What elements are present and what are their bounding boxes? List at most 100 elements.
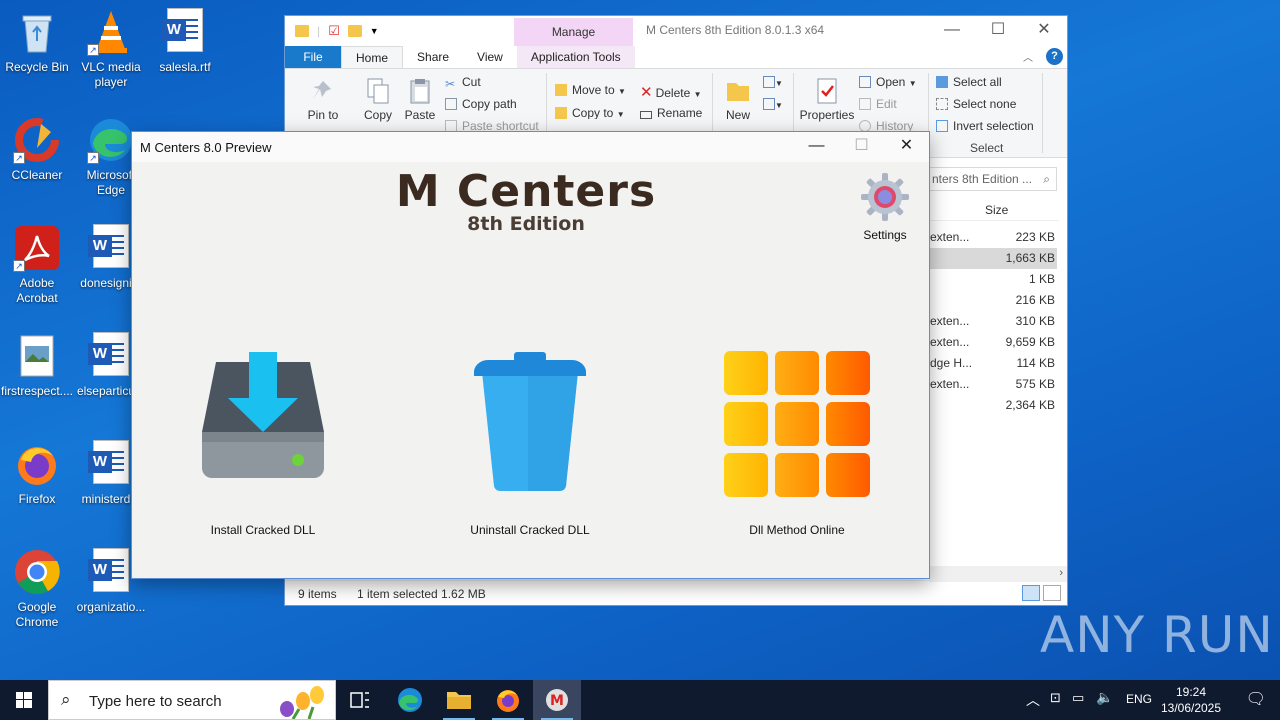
delete-button[interactable]: ✕ Delete ▼: [640, 83, 702, 101]
desktop-icon-vlc[interactable]: ↗ VLC media player: [74, 8, 148, 90]
install-label: Install Cracked DLL: [210, 523, 316, 537]
tab-file[interactable]: File: [285, 46, 341, 68]
settings-button[interactable]: Settings: [852, 172, 918, 242]
taskbar-m-centers[interactable]: M: [533, 680, 581, 720]
chevron-right-icon[interactable]: ›: [1059, 567, 1063, 579]
selection-info: 1 item selected 1.62 MB: [357, 587, 486, 601]
start-button[interactable]: [0, 680, 48, 720]
desktop-icon-ccleaner[interactable]: ↗ CCleaner: [0, 116, 74, 183]
properties-button[interactable]: Properties: [799, 77, 855, 123]
show-hidden-icons-chevron-icon[interactable]: ︿: [1026, 690, 1040, 710]
notifications-icon[interactable]: 🗨: [1246, 689, 1266, 709]
recycle-bin-icon: [13, 8, 61, 56]
minimize-button[interactable]: —: [929, 16, 975, 46]
tab-view[interactable]: View: [463, 46, 517, 68]
new-item-icon[interactable]: ▼: [763, 75, 783, 89]
network-icon[interactable]: ▭: [1072, 690, 1084, 706]
help-icon[interactable]: ?: [1046, 48, 1063, 65]
uninstall-label: Uninstall Cracked DLL: [470, 523, 590, 537]
edit-button[interactable]: Edit: [859, 97, 897, 111]
tab-application-tools[interactable]: Application Tools: [516, 46, 635, 68]
invert-selection-button[interactable]: Invert selection: [936, 119, 1034, 133]
dll-method-online-button[interactable]: Dll Method Online: [720, 342, 874, 547]
edge-icon: ↗: [87, 116, 135, 164]
desktop-icon-adobe-acrobat[interactable]: ↗ Adobe Acrobat: [0, 224, 74, 306]
desktop-icon-firefox[interactable]: Firefox: [0, 440, 74, 507]
ribbon-tabs: File Home Share View Application Tools ︿…: [285, 46, 1067, 68]
column-header-size[interactable]: Size: [985, 203, 1008, 217]
paste-icon: [406, 77, 434, 105]
easy-access-icon[interactable]: ▼: [763, 97, 783, 111]
select-none-button[interactable]: Select none: [936, 97, 1016, 111]
network-adapter-icon[interactable]: ⊡: [1050, 690, 1061, 706]
maximize-button[interactable]: ☐: [839, 132, 884, 162]
desktop-icon-firstrespect[interactable]: firstrespect....: [0, 332, 74, 399]
close-button[interactable]: ✕: [1021, 16, 1067, 46]
details-view-icon[interactable]: [1022, 585, 1040, 601]
file-row[interactable]: 1,663 KB: [929, 248, 1057, 269]
search-input[interactable]: nters 8th Edition ... ⌕: [929, 167, 1057, 191]
history-button[interactable]: History: [859, 119, 913, 131]
desktop-icon-google-chrome[interactable]: Google Chrome: [0, 548, 74, 630]
file-row[interactable]: exten... 9,659 KB: [929, 332, 1057, 353]
copy-to-icon: [555, 107, 567, 119]
copy-to-button[interactable]: Copy to ▼: [555, 106, 625, 119]
word-document-icon: W: [87, 332, 135, 380]
properties-check-icon[interactable]: ☑: [328, 23, 340, 39]
paste-button[interactable]: Paste: [403, 77, 437, 122]
paste-shortcut-button[interactable]: Paste shortcut: [445, 119, 539, 131]
copy-path-button[interactable]: Copy path: [445, 97, 517, 111]
search-icon: ⌕: [61, 690, 71, 709]
anyrun-watermark: ANY RUN: [1040, 606, 1274, 664]
copy-button[interactable]: Copy: [361, 77, 395, 122]
file-row[interactable]: exten... 223 KB: [929, 227, 1057, 248]
file-row[interactable]: 1 KB: [929, 269, 1057, 290]
taskbar-firefox[interactable]: [484, 680, 532, 720]
tab-share[interactable]: Share: [403, 46, 463, 68]
file-row[interactable]: exten... 575 KB: [929, 374, 1057, 395]
pin-quick-access-button[interactable]: Pin to Quick access: [291, 77, 355, 122]
taskbar-file-explorer[interactable]: [435, 680, 483, 720]
large-icons-view-icon[interactable]: [1043, 585, 1061, 601]
volume-icon[interactable]: 🔈: [1096, 689, 1113, 706]
collapse-ribbon-icon[interactable]: ︿: [1023, 49, 1033, 64]
move-to-button[interactable]: Move to ▼: [555, 83, 626, 97]
desktop-icon-recycle-bin[interactable]: Recycle Bin: [0, 8, 74, 75]
desktop-icon-salesla[interactable]: W salesla.rtf: [148, 8, 222, 75]
tab-manage[interactable]: Manage: [514, 18, 633, 46]
chevron-down-icon: ▼: [693, 90, 702, 99]
new-folder-icon[interactable]: [347, 25, 362, 37]
open-button[interactable]: Open ▼: [859, 75, 917, 89]
taskbar: ⌕ Type here to search M ︿ ⊡ ▭ 🔈 ENG 19:2…: [0, 680, 1280, 720]
close-button[interactable]: ✕: [884, 132, 929, 162]
minimize-button[interactable]: —: [794, 132, 839, 162]
file-row[interactable]: 2,364 KB: [929, 395, 1057, 416]
uninstall-cracked-dll-button[interactable]: Uninstall Cracked DLL: [458, 342, 602, 547]
move-to-icon: [555, 84, 567, 96]
taskbar-search-box[interactable]: ⌕ Type here to search: [48, 680, 336, 720]
install-cracked-dll-button[interactable]: Install Cracked DLL: [192, 342, 334, 547]
file-row[interactable]: dge H... 114 KB: [929, 353, 1057, 374]
new-folder-button[interactable]: New folder: [719, 77, 757, 123]
file-row[interactable]: exten... 310 KB: [929, 311, 1057, 332]
chevron-down-icon: ▼: [908, 79, 917, 88]
vlc-icon: ↗: [87, 8, 135, 56]
tab-home[interactable]: Home: [341, 46, 404, 68]
cut-button[interactable]: ✂ Cut: [445, 75, 481, 91]
select-all-button[interactable]: Select all: [936, 75, 1002, 89]
shortcut-arrow-icon: ↗: [13, 152, 25, 164]
taskbar-edge[interactable]: [386, 680, 434, 720]
system-tray: ︿ ⊡ ▭ 🔈 ENG 19:24 13/06/2025 🗨: [1020, 680, 1280, 720]
clock[interactable]: 19:24 13/06/2025: [1156, 684, 1226, 716]
chevron-down-icon[interactable]: ▼: [370, 26, 379, 36]
search-highlight-flowers-icon: [280, 686, 324, 719]
explorer-title-bar: | ☑ ▼ Manage M Centers 8th Edition 8.0.1…: [285, 16, 1067, 46]
edge-icon: [398, 688, 422, 712]
maximize-button[interactable]: ☐: [975, 16, 1021, 46]
task-view-button[interactable]: [336, 680, 384, 720]
file-row[interactable]: 216 KB: [929, 290, 1057, 311]
m-centers-window: M Centers 8.0 Preview — ☐ ✕ M Centers 8t…: [131, 131, 930, 579]
open-icon: [859, 76, 871, 88]
rename-button[interactable]: Rename: [640, 106, 702, 120]
language-indicator[interactable]: ENG: [1126, 692, 1152, 706]
